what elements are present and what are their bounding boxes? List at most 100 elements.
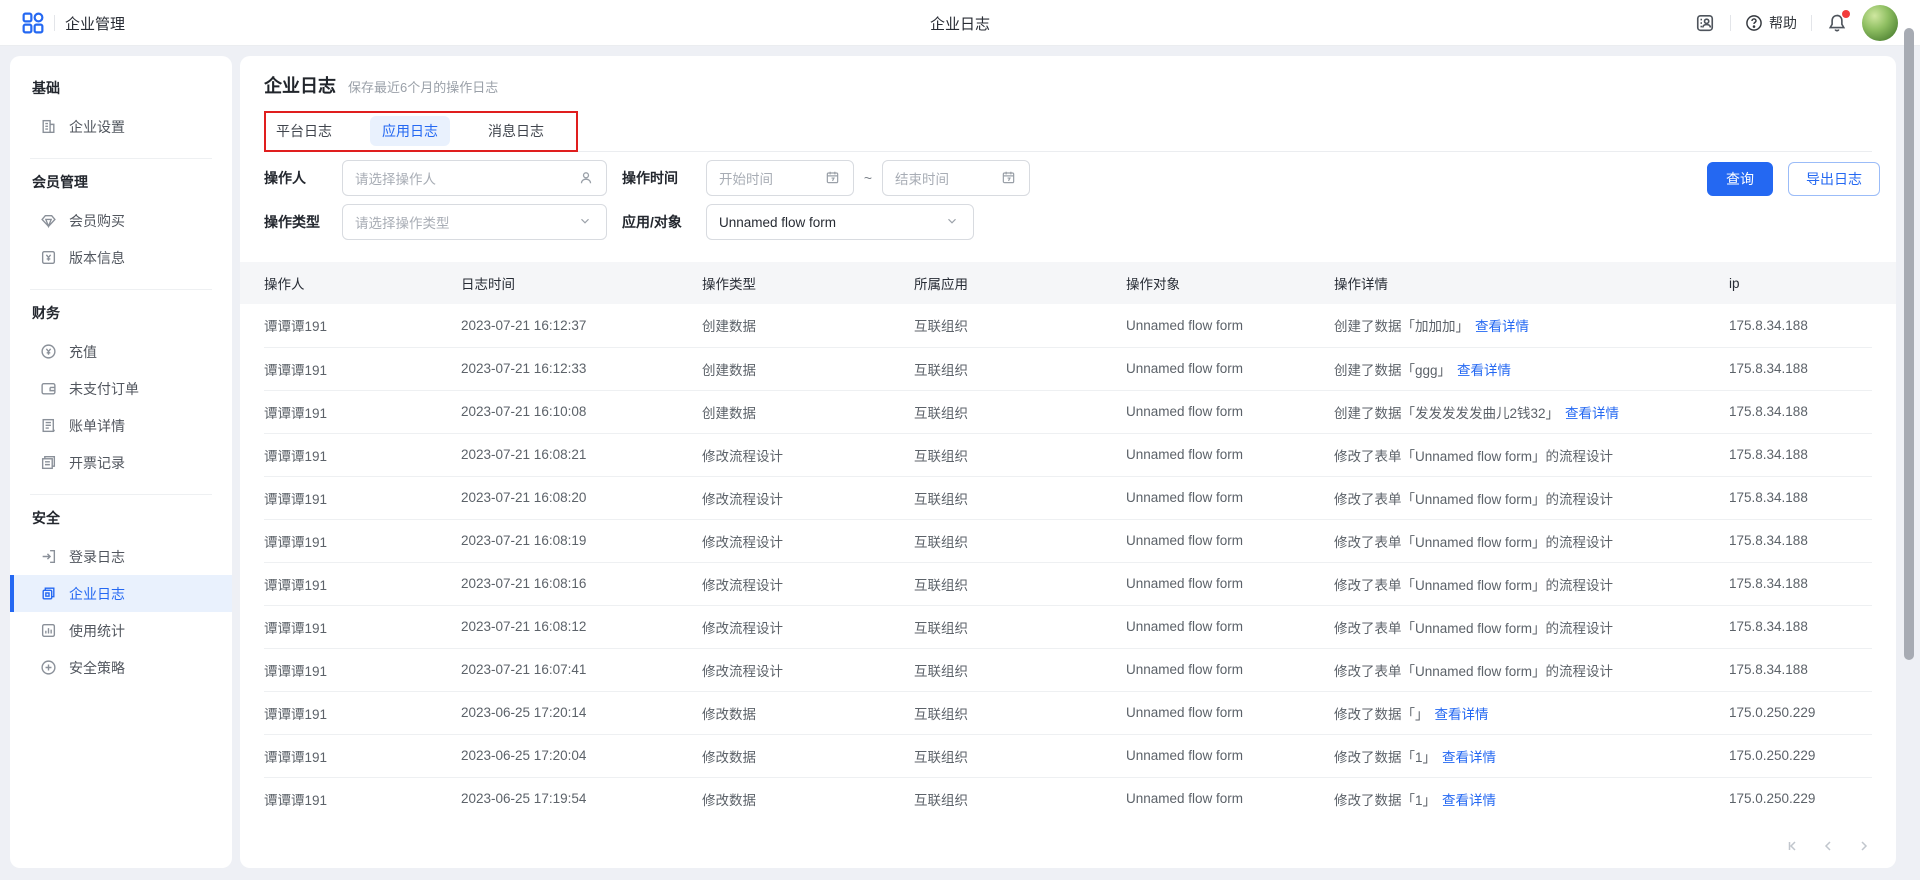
operator-cell: 谭谭谭191	[264, 390, 461, 433]
time-label: 操作时间	[622, 160, 678, 196]
table-row: 谭谭谭191 2023-06-25 17:20:04 修改数据 互联组织 Unn…	[264, 734, 1872, 777]
table-row: 谭谭谭191 2023-06-25 17:19:54 修改数据 互联组织 Unn…	[264, 777, 1872, 820]
notifications-button[interactable]	[1826, 12, 1848, 34]
object-cell: Unnamed flow form	[1126, 562, 1334, 605]
sidebar-item-company-settings[interactable]: 企业设置	[10, 108, 232, 145]
page-scrollbar[interactable]	[1904, 28, 1914, 660]
tab-platform-log[interactable]: 平台日志	[264, 116, 344, 146]
unpaid-orders-icon	[40, 380, 57, 397]
help-button[interactable]: 帮助	[1745, 13, 1797, 33]
col-operation-detail: 操作详情	[1334, 262, 1729, 304]
ip-cell: 175.8.34.188	[1729, 304, 1872, 347]
sidebar-item-security-policy[interactable]: 安全策略	[10, 649, 232, 686]
person-icon	[578, 170, 594, 186]
page-title: 企业日志	[264, 72, 336, 98]
member-purchase-icon	[40, 212, 57, 229]
next-page-icon[interactable]	[1856, 838, 1872, 854]
pagination	[1784, 838, 1872, 854]
recharge-icon	[40, 343, 57, 360]
operator-cell: 谭谭谭191	[264, 519, 461, 562]
end-time-input[interactable]: 结束时间	[882, 160, 1030, 196]
help-label: 帮助	[1769, 13, 1797, 33]
type-cell: 修改流程设计	[702, 648, 914, 691]
view-detail-link[interactable]: 查看详情	[1475, 319, 1529, 334]
enterprise-log-icon	[40, 585, 57, 602]
query-button[interactable]: 查询	[1707, 162, 1773, 196]
col-ip: ip	[1729, 262, 1872, 304]
sidebar-item-login-log[interactable]: 登录日志	[10, 538, 232, 575]
object-cell: Unnamed flow form	[1126, 390, 1334, 433]
view-detail-link[interactable]: 查看详情	[1565, 406, 1619, 421]
table-row: 谭谭谭191 2023-07-21 16:10:08 创建数据 互联组织 Unn…	[264, 390, 1872, 433]
view-detail-link[interactable]: 查看详情	[1435, 707, 1489, 722]
type-placeholder: 请选择操作类型	[355, 212, 578, 232]
start-time-input[interactable]: 开始时间	[706, 160, 854, 196]
sidebar-divider	[30, 158, 212, 159]
time-cell: 2023-07-21 16:12:37	[461, 304, 702, 347]
ip-cell: 175.0.250.229	[1729, 691, 1872, 734]
type-cell: 修改流程设计	[702, 519, 914, 562]
ip-cell: 175.0.250.229	[1729, 734, 1872, 777]
contacts-icon[interactable]	[1694, 12, 1716, 34]
col-operator: 操作人	[264, 262, 461, 304]
company-settings-icon	[40, 118, 57, 135]
app-cell: 互联组织	[914, 562, 1126, 605]
ip-cell: 175.0.250.229	[1729, 777, 1872, 820]
detail-cell: 修改了数据「1」查看详情	[1334, 777, 1729, 820]
type-select[interactable]: 请选择操作类型	[342, 204, 607, 240]
app-cell: 互联组织	[914, 390, 1126, 433]
chevron-down-icon	[578, 214, 594, 230]
table-row: 谭谭谭191 2023-07-21 16:07:41 修改流程设计 互联组织 U…	[264, 648, 1872, 691]
detail-cell: 修改了表单「Unnamed flow form」的流程设计	[1334, 562, 1729, 605]
ip-cell: 175.8.34.188	[1729, 519, 1872, 562]
tab-application-log[interactable]: 应用日志	[370, 116, 450, 146]
sidebar-item-member-purchase[interactable]: 会员购买	[10, 202, 232, 239]
view-detail-link[interactable]: 查看详情	[1442, 793, 1496, 808]
sidebar-item-enterprise-log[interactable]: 企业日志	[10, 575, 232, 612]
time-cell: 2023-06-25 17:20:04	[461, 734, 702, 777]
calendar-icon	[1001, 170, 1017, 186]
sidebar-item-version-info[interactable]: 版本信息	[10, 239, 232, 276]
operator-cell: 谭谭谭191	[264, 562, 461, 605]
sidebar-item-usage-stats[interactable]: 使用统计	[10, 612, 232, 649]
chevron-down-icon	[945, 214, 961, 230]
operator-cell: 谭谭谭191	[264, 648, 461, 691]
table-row: 谭谭谭191 2023-07-21 16:08:16 修改流程设计 互联组织 U…	[264, 562, 1872, 605]
type-cell: 修改流程设计	[702, 605, 914, 648]
notification-dot	[1842, 10, 1850, 18]
export-log-button[interactable]: 导出日志	[1788, 162, 1880, 196]
ip-cell: 175.8.34.188	[1729, 562, 1872, 605]
page-subtitle: 保存最近6个月的操作日志	[348, 77, 498, 96]
operator-input[interactable]: 请选择操作人	[342, 160, 607, 196]
sidebar-item-recharge[interactable]: 充值	[10, 333, 232, 370]
sidebar-divider	[30, 494, 212, 495]
table-row: 谭谭谭191 2023-07-21 16:08:19 修改流程设计 互联组织 U…	[264, 519, 1872, 562]
sidebar-divider	[30, 289, 212, 290]
prev-page-icon[interactable]	[1820, 838, 1836, 854]
col-log-time: 日志时间	[461, 262, 702, 304]
ip-cell: 175.8.34.188	[1729, 433, 1872, 476]
detail-cell: 创建了数据「加加加」查看详情	[1334, 304, 1729, 347]
login-log-icon	[40, 548, 57, 565]
help-icon	[1745, 14, 1763, 32]
ip-cell: 175.8.34.188	[1729, 347, 1872, 390]
app-object-label: 应用/对象	[622, 204, 682, 240]
view-detail-link[interactable]: 查看详情	[1442, 750, 1496, 765]
sidebar-item-label: 安全策略	[69, 658, 125, 678]
sidebar-item-bill-details[interactable]: 账单详情	[10, 407, 232, 444]
sidebar-item-invoice-records[interactable]: 开票记录	[10, 444, 232, 481]
sidebar-item-label: 充值	[69, 342, 97, 362]
col-operation-type: 操作类型	[702, 262, 914, 304]
first-page-icon[interactable]	[1784, 838, 1800, 854]
tab-message-log[interactable]: 消息日志	[476, 116, 556, 146]
start-time-placeholder: 开始时间	[719, 168, 825, 188]
main-content: 企业日志 保存最近6个月的操作日志 平台日志 应用日志 消息日志 操作人 请选择…	[240, 56, 1896, 868]
sidebar-section-members: 会员管理	[10, 172, 232, 192]
invoice-records-icon	[40, 454, 57, 471]
app-object-select[interactable]: Unnamed flow form	[706, 204, 974, 240]
topbar-page-title: 企业日志	[0, 0, 1920, 46]
view-detail-link[interactable]: 查看详情	[1457, 363, 1511, 378]
avatar[interactable]	[1862, 5, 1898, 41]
time-cell: 2023-06-25 17:20:14	[461, 691, 702, 734]
sidebar-item-unpaid-orders[interactable]: 未支付订单	[10, 370, 232, 407]
